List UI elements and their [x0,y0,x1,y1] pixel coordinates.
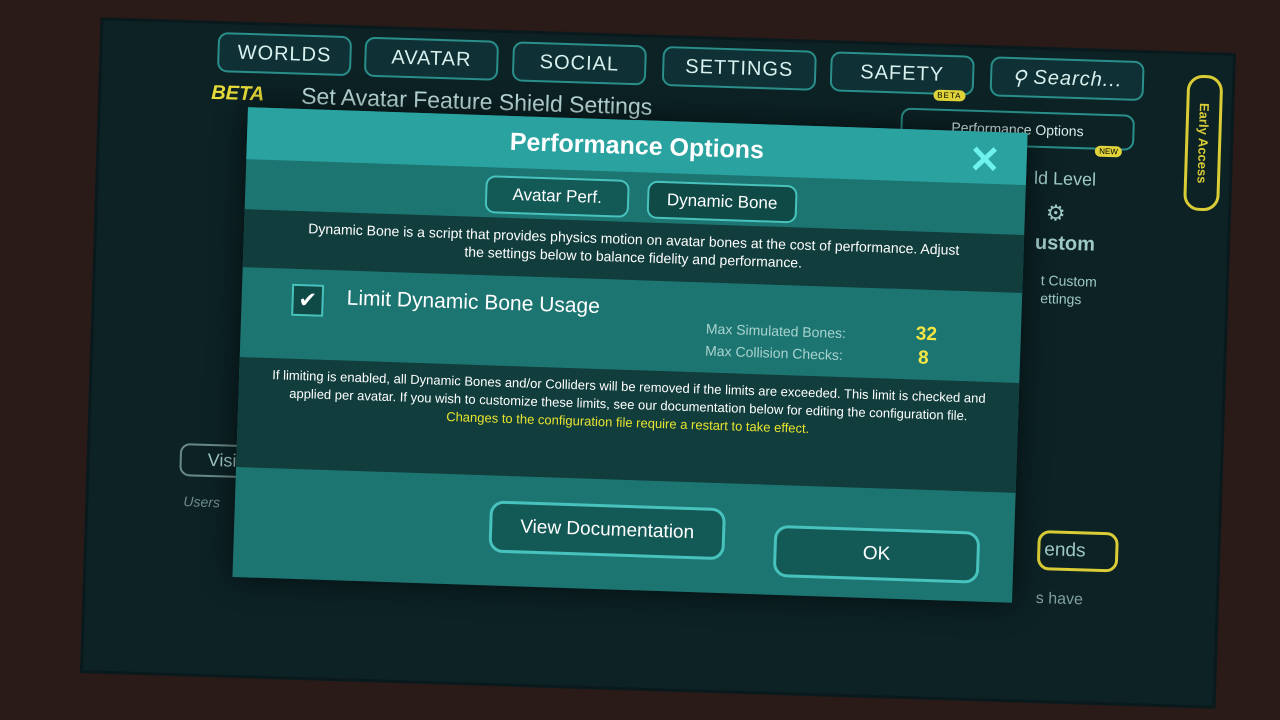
new-badge: NEW [1095,145,1123,158]
tab-avatar-perf[interactable]: Avatar Perf. [484,175,630,218]
description: Dynamic Bone is a script that provides p… [242,209,1025,293]
max-bones-value: 32 [915,323,938,346]
checkmark-icon: ✔ [298,286,318,313]
search-icon: ⚲ [1011,66,1028,89]
limit-checkbox[interactable]: ✔ [291,283,325,317]
reset-custom-label-1[interactable]: t Custom [1041,272,1097,290]
tab-dynamic-bone[interactable]: Dynamic Bone [646,180,798,224]
view-documentation-button[interactable]: View Documentation [488,500,726,561]
checkbox-label: Limit Dynamic Bone Usage [346,286,601,318]
search-button[interactable]: ⚲ Search... [989,56,1145,102]
beta-label: BETA [210,81,265,106]
tab-safety-label: SAFETY [859,60,945,86]
max-bones-label: Max Simulated Bones: [705,320,847,342]
custom-label: ustom [1034,231,1096,256]
early-access-badge[interactable]: Early Access [1183,74,1224,212]
search-placeholder: Search... [1033,66,1123,91]
max-collision-value: 8 [917,347,929,369]
have-label: s have [1035,589,1084,609]
tab-settings[interactable]: SETTINGS [661,45,817,91]
performance-options-dialog: Performance Options ✕ Avatar Perf. Dynam… [232,107,1028,603]
info-section: If limiting is enabled, all Dynamic Bone… [236,357,1020,493]
tab-social[interactable]: SOCIAL [511,41,647,86]
friends-button[interactable]: ends [1036,530,1120,573]
tab-avatar[interactable]: AVATAR [363,36,500,81]
reset-custom-label-2[interactable]: ettings [1040,290,1082,307]
shield-level-label: ld Level [1033,167,1097,190]
beta-badge: BETA [933,89,966,102]
tab-worlds[interactable]: WORLDS [216,32,353,77]
max-collision-label: Max Collision Checks: [704,342,844,364]
close-icon[interactable]: ✕ [968,137,1001,183]
tab-safety[interactable]: SAFETY BETA [829,51,975,102]
ok-button[interactable]: OK [772,524,981,584]
shield-gear-icon: ⚙ [1045,200,1067,226]
dialog-title: Performance Options [509,127,765,164]
users-label: Users [183,493,221,511]
